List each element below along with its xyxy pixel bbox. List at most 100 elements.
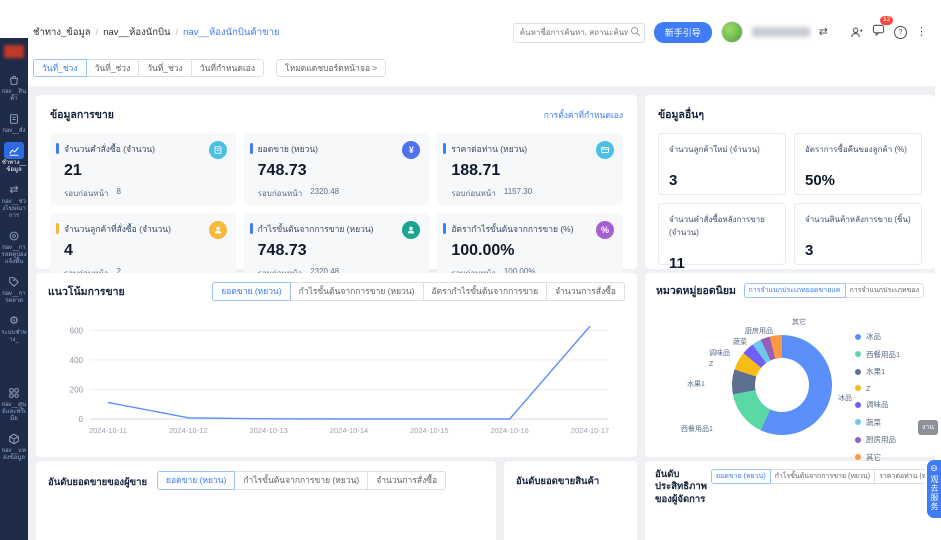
seller-tab-sales[interactable]: ยอดขาย (หยวน) [157,471,235,490]
customer-icon [209,221,227,239]
profit-icon [402,221,420,239]
legend-label: 水果1 [866,366,885,377]
stat-label: อัตรากำไรขั้นต้นจากการขาย (%) [451,222,613,236]
breadcrumb-separator: / [96,27,99,38]
custom-settings-link[interactable]: การตั้งค่าที่กำหนดเอง [544,108,623,122]
sidebar-item-data[interactable]: ชำทาง__ข้อมูล [0,142,28,174]
search-input[interactable] [513,23,645,43]
other-aftersale-orders: จำนวนคำสั่งซื้อหลังการขาย (จำนวน) 11 [658,203,786,265]
grid-icon [4,384,24,401]
popular-categories-title: หมวดหมู่ยอดนิยม [656,282,736,299]
sidebar-item-campaigns[interactable]: ⇄ nav__ช่วงโฆษณาการ [0,181,28,220]
donut-label: 水果1 [687,379,705,389]
avatar[interactable] [721,21,743,43]
product-ranking-title: อันดับยอดขายสินค้า [516,476,599,487]
legend-dot [855,334,861,340]
tab-date-range-2[interactable]: วันที่_ช่วง [86,59,140,78]
dashboard-mode-button[interactable]: โหมดแดชบอร์ดหน้าจอ > [276,59,386,78]
donut-label: 调味品 [709,348,730,358]
bag-icon [4,71,24,88]
sidebar-item-resources[interactable]: nav__แหล่งข้อมูล [0,430,28,462]
svg-text:400: 400 [70,355,84,364]
service-float-button[interactable]: ⊖ 观去服务 [927,460,941,518]
sidebar-item-app-center[interactable]: nav__ศูนย์และฟรีเมีย [0,384,28,423]
donut-label: 厨房用品 [745,326,773,336]
app-logo[interactable] [4,45,24,58]
legend-dot [855,385,861,391]
category-tab-sales[interactable]: การจำแนกประเภทยอดขายแค [744,283,846,298]
svg-text:2024-10-17: 2024-10-17 [571,426,609,435]
sales-trend-title: แนวโน้มการขาย [48,283,125,300]
sidebar-item-label: nav__ศูนย์และฟรีเมีย [0,401,28,423]
contacts-icon[interactable] [850,26,863,39]
tab-date-range-3[interactable]: วันที่_ช่วง [138,59,192,78]
notification-badge: 12 [880,16,893,25]
sidebar-item-label: ระบบชำทาง_ [0,329,28,344]
trend-tab-order-count[interactable]: จำนวนการสั่งซื้อ [546,282,625,301]
breadcrumb-item-current: nav__ห้องนักบินค้าขาย [183,25,279,40]
main-content: ข้อมูลการขาย การตั้งค่าที่กำหนดเอง จำนวน… [28,86,935,540]
stat-value: 748.73 [258,242,420,260]
sidebar-item-products[interactable]: nav__สินค้า [0,71,28,103]
legend-label: 厨房用品 [866,434,896,445]
sidebar-item-coupons[interactable]: nav__การลดคูปองแจ้งพื้น [0,227,28,266]
trend-tab-gross-profit[interactable]: กำไรขั้นต้นจากการขาย (หยวน) [290,282,424,301]
legend-item[interactable]: 西餐用品1 [855,349,900,360]
legend-dot [855,419,861,425]
switch-account-icon[interactable]: ⇄ [819,27,828,38]
sidebar-item-label: ชำทาง__ข้อมูล [0,159,28,174]
svg-text:2024-10-12: 2024-10-12 [169,426,207,435]
manager-tab-price[interactable]: ราคาต่อท่าน (หยวน) [874,469,925,484]
donut-label: 其它 [792,317,806,327]
legend-label: 西餐用品1 [866,349,900,360]
manager-ranking-title: อันดับประสิทธิภาพของผู้จัดการ [655,469,707,506]
sidebar-item-label: nav__สินค้า [0,88,28,103]
seller-tab-orders[interactable]: จำนวนการสั่งซื้อ [367,471,446,490]
other-data-title: ข้อมูลอื่นๆ [658,106,704,123]
svg-text:2024-10-14: 2024-10-14 [330,426,368,435]
legend-item[interactable]: 厨房用品 [855,434,900,445]
tab-date-custom[interactable]: วันที่กำหนดเอง [191,59,264,78]
other-repurchase-rate: อัตราการซื้อคืนของลูกค้า (%) 50% [794,133,922,195]
other-new-customers: จำนวนลูกค้าใหม่ (จำนวน) 3 [658,133,786,195]
stat-label: กำไรขั้นต้นจากการขาย (หยวน) [258,222,420,236]
sidebar-item-marketing[interactable]: nav__การตลาด [0,273,28,305]
legend-item[interactable]: 蔬菜 [855,417,900,428]
stat-value: 4 [64,242,226,260]
product-ranking-card: อันดับยอดขายสินค้า [504,461,637,540]
legend-item[interactable]: 水果1 [855,366,900,377]
tab-date-range-1[interactable]: วันที่_ช่วง [33,59,87,78]
trend-tab-sales[interactable]: ยอดขาย (หยวน) [212,282,290,301]
other-value: 11 [669,255,775,272]
stat-value: 21 [64,162,226,180]
kebab-menu-icon[interactable]: ⋮ [916,27,927,38]
other-label: อัตราการซื้อคืนของลูกค้า (%) [805,143,911,156]
svg-text:0: 0 [79,415,84,424]
stat-order-count: จำนวนคำสั่งซื้อ (จำนวน) 21 รอบก่อนหน้า8 [50,133,236,205]
svg-text:2024-10-13: 2024-10-13 [249,426,287,435]
breadcrumb-item[interactable]: ชำทาง_ข้อมูล [33,25,91,40]
sidebar-item-system[interactable]: ⚙ ระบบชำทาง_ [0,312,28,344]
stat-sales-amount: ยอดขาย (หยวน) 748.73 รอบก่อนหน้า2320.48 … [244,133,430,205]
legend-item[interactable]: 冰品 [855,331,900,342]
sidebar: nav__สินค้า nav__สั่ง ชำทาง__ข้อมูล ⇄ na… [0,38,28,540]
legend-item[interactable]: 调味品 [855,399,900,410]
help-icon[interactable]: ? [894,26,907,39]
manager-tab-profit[interactable]: กำไรขั้นต้นจากการขาย (หยวน) [770,469,875,484]
prev-value: 1157.30 [504,187,532,200]
seller-tab-profit[interactable]: กำไรขั้นต้นจากการขาย (หยวน) [234,471,368,490]
category-tab-quantity[interactable]: การจำแนกประเภทของ [845,283,925,298]
svg-text:2024-10-11: 2024-10-11 [89,426,127,435]
trend-tab-profit-rate[interactable]: อัตรากำไรขั้นต้นจากการขาย [423,282,548,301]
sidebar-item-orders[interactable]: nav__สั่ง [0,110,28,135]
prev-value: 2320.48 [310,187,339,200]
manager-tab-sales[interactable]: ยอดขาย (หยวน) [711,469,771,484]
beginner-guide-button[interactable]: 新手引导 [654,22,712,43]
notifications[interactable]: 12 [872,23,885,41]
coupon-icon [4,227,24,244]
sales-stat-grid: จำนวนคำสั่งซื้อ (จำนวน) 21 รอบก่อนหน้า8 … [50,133,623,285]
seller-ranking-title: อันดับยอดขายของผู้ขาย [48,475,147,490]
breadcrumb-item[interactable]: nav__ห้องนักบิน [103,25,170,40]
legend-item[interactable]: Z [855,384,900,393]
donut-label: Z [709,361,713,368]
